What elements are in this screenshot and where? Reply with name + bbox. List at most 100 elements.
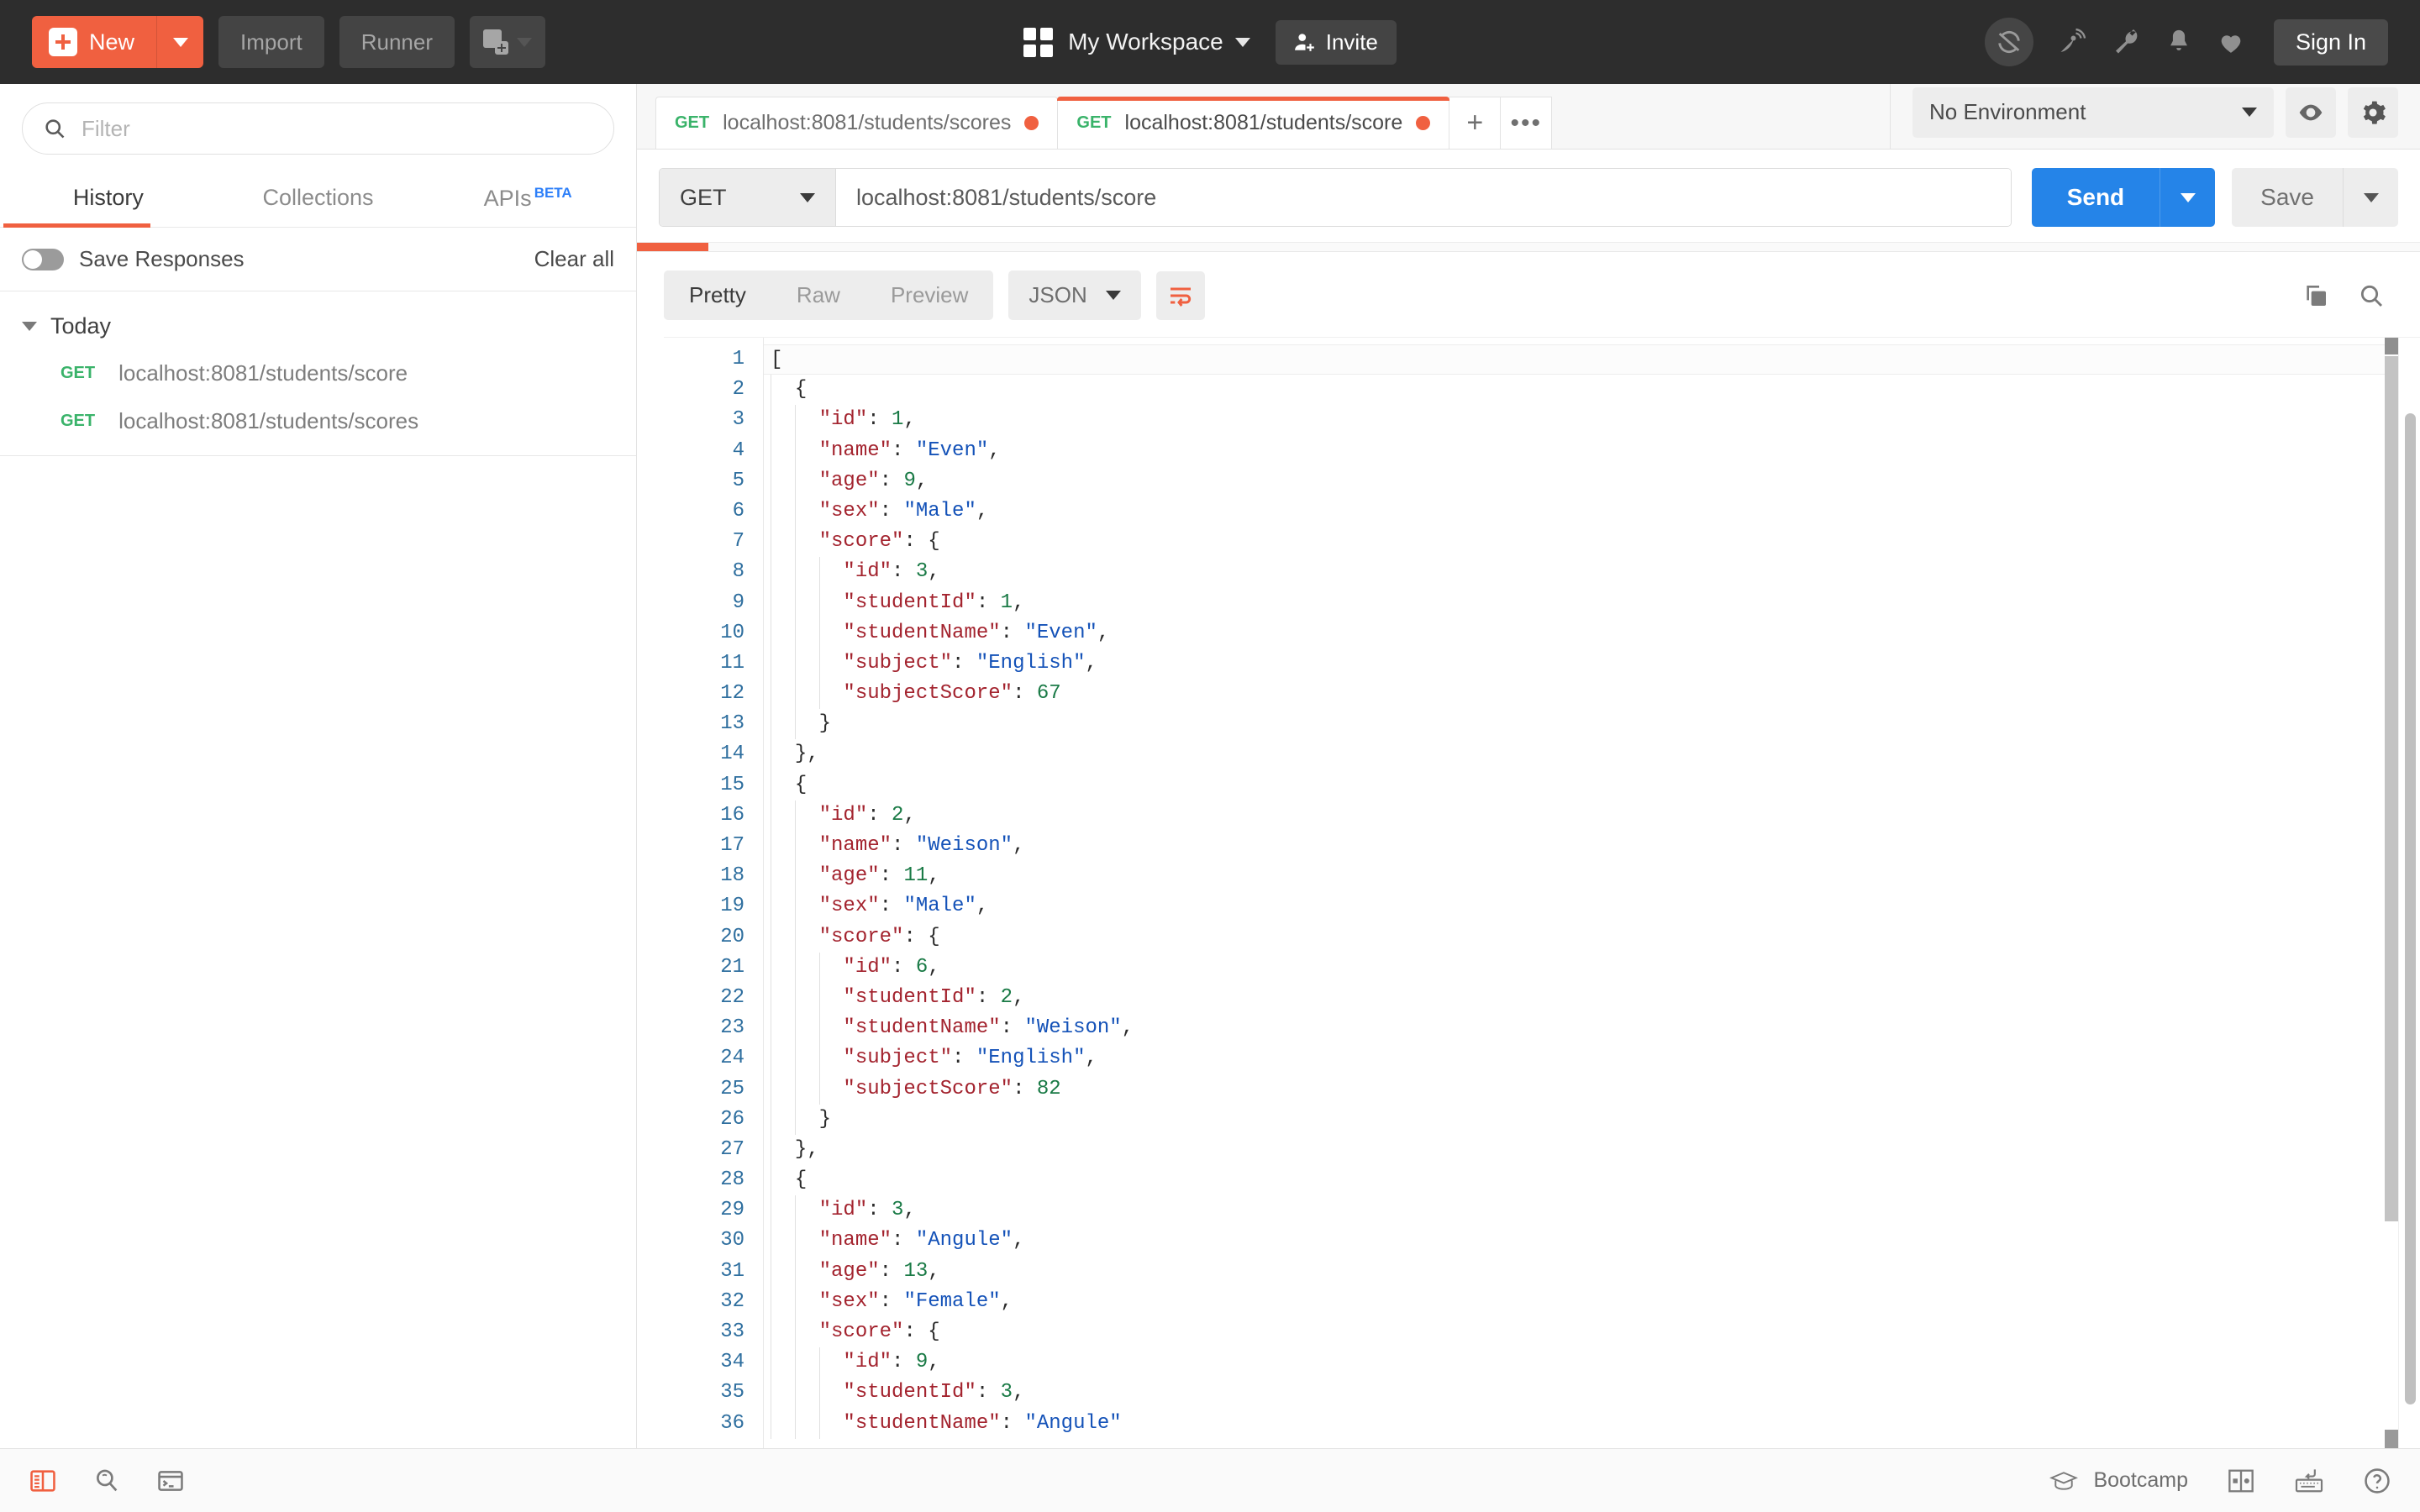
- indent-guide: [795, 1347, 796, 1378]
- indent-guide: [795, 436, 796, 466]
- code-token: :: [1013, 1078, 1037, 1100]
- keyboard-shortcuts-icon[interactable]: [2294, 1468, 2324, 1494]
- history-list: GET localhost:8081/students/score GET lo…: [0, 349, 636, 456]
- line-number: 3: [664, 405, 744, 435]
- tab-pretty[interactable]: Pretty: [664, 270, 771, 320]
- code-token: ,: [976, 500, 988, 522]
- list-item[interactable]: GET localhost:8081/students/scores: [0, 397, 636, 445]
- word-wrap-button[interactable]: [1156, 271, 1205, 320]
- page-vertical-scrollbar[interactable]: [2398, 338, 2420, 1448]
- sidebar-tab-apis[interactable]: APIsBETA: [423, 168, 633, 227]
- sidebar-tab-history[interactable]: History: [3, 168, 213, 227]
- wrench-icon[interactable]: [2111, 27, 2141, 57]
- bell-icon[interactable]: [2165, 28, 2193, 56]
- environment-selected-label: No Environment: [1929, 99, 2086, 125]
- line-number: 10: [664, 618, 744, 648]
- new-button[interactable]: New: [32, 16, 203, 68]
- code-line: [: [764, 344, 2398, 375]
- new-window-button[interactable]: [470, 16, 545, 68]
- code-token: "subjectScore": [843, 682, 1013, 705]
- line-number: 25: [664, 1074, 744, 1105]
- send-options-button[interactable]: [2160, 168, 2215, 227]
- code-line: "subjectScore": 82: [764, 1074, 2398, 1105]
- code-token: :: [892, 439, 916, 462]
- send-button[interactable]: Send: [2032, 168, 2160, 227]
- code-line: "subject": "English",: [764, 1043, 2398, 1074]
- request-tab-scores[interactable]: GET localhost:8081/students/scores: [655, 97, 1058, 149]
- code-token: ,: [1001, 1290, 1013, 1313]
- code-token: ,: [903, 804, 915, 827]
- bootcamp-button[interactable]: Bootcamp: [2049, 1468, 2188, 1493]
- response-search-button[interactable]: [2358, 282, 2385, 309]
- runner-button[interactable]: Runner: [339, 16, 455, 68]
- code-token: "studentName": [843, 1412, 1000, 1435]
- clear-all-button[interactable]: Clear all: [534, 246, 614, 272]
- chevron-down-icon[interactable]: [1235, 38, 1250, 47]
- code-token: 3: [916, 560, 928, 583]
- save-responses-row: Save Responses Clear all: [0, 228, 636, 291]
- code-token: "score": [819, 1320, 904, 1343]
- code-token: {: [795, 1168, 807, 1191]
- indent-guide: [795, 1105, 796, 1135]
- status-bar: Bootcamp: [0, 1448, 2420, 1512]
- code-token: },: [795, 743, 819, 765]
- code-token: 11: [903, 864, 928, 887]
- satellite-icon[interactable]: [2057, 27, 2087, 57]
- workspace-name[interactable]: My Workspace: [1068, 29, 1223, 55]
- environment-select[interactable]: No Environment: [1912, 87, 2274, 138]
- tab-raw[interactable]: Raw: [771, 270, 865, 320]
- code-lines: [ { "id": 1, "name": "Even", "age": 9, "…: [764, 344, 2398, 1439]
- save-button[interactable]: Save: [2232, 168, 2343, 227]
- copy-button[interactable]: [2302, 282, 2329, 309]
- filter-box[interactable]: [22, 102, 614, 155]
- new-button-main[interactable]: New: [32, 16, 156, 68]
- new-button-dropdown[interactable]: [156, 16, 203, 68]
- manage-environments-button[interactable]: [2348, 87, 2398, 138]
- search-input[interactable]: [82, 116, 593, 142]
- code-line: }: [764, 709, 2398, 739]
- response-format-select[interactable]: JSON: [1008, 270, 1140, 320]
- chevron-down-icon: [173, 38, 188, 47]
- indent-guide: [795, 831, 796, 861]
- indent-guide: [819, 618, 820, 648]
- sign-in-button[interactable]: Sign In: [2274, 19, 2388, 66]
- console-icon[interactable]: [156, 1467, 185, 1495]
- help-icon[interactable]: [2363, 1467, 2391, 1495]
- list-item[interactable]: GET localhost:8081/students/score: [0, 349, 636, 397]
- line-number: 7: [664, 527, 744, 557]
- sync-off-icon[interactable]: [1985, 18, 2033, 66]
- code-token: :: [892, 956, 916, 979]
- sidebar-tab-collections[interactable]: Collections: [213, 168, 424, 227]
- line-number: 12: [664, 679, 744, 709]
- response-actions: [2302, 282, 2398, 309]
- heart-icon[interactable]: [2217, 28, 2245, 56]
- progress-fill: [637, 243, 708, 251]
- save-responses-toggle[interactable]: [22, 249, 64, 270]
- code-scroll-region[interactable]: [ { "id": 1, "name": "Even", "age": 9, "…: [763, 338, 2398, 1448]
- indent-guide: [795, 466, 796, 496]
- two-pane-icon[interactable]: [2227, 1468, 2255, 1494]
- sidebar-toggle-icon[interactable]: [29, 1467, 57, 1495]
- new-request-tab-button[interactable]: +: [1449, 97, 1501, 149]
- code-token: ,: [903, 1199, 915, 1221]
- invite-button[interactable]: Invite: [1276, 20, 1397, 65]
- request-tab-score[interactable]: GET localhost:8081/students/score: [1057, 97, 1449, 149]
- save-options-button[interactable]: [2343, 168, 2398, 227]
- person-add-icon: [1294, 31, 1316, 53]
- code-vertical-scrollbar[interactable]: [2385, 338, 2398, 1448]
- code-token: ,: [928, 560, 939, 583]
- import-button[interactable]: Import: [218, 16, 324, 68]
- history-group-today[interactable]: Today: [0, 291, 636, 349]
- environment-quick-look-button[interactable]: [2286, 87, 2336, 138]
- code-token: :: [892, 1229, 916, 1252]
- code-token: 1: [892, 408, 903, 431]
- tab-preview[interactable]: Preview: [865, 270, 993, 320]
- http-method-select[interactable]: GET: [660, 169, 836, 226]
- request-method-badge: GET: [1076, 113, 1111, 133]
- request-url-input[interactable]: [836, 169, 2011, 226]
- find-icon[interactable]: [92, 1467, 121, 1495]
- code-line: "id": 3,: [764, 557, 2398, 587]
- tab-options-button[interactable]: •••: [1500, 97, 1552, 149]
- indent-guide: [819, 1378, 820, 1408]
- request-tab-label: localhost:8081/students/scores: [723, 111, 1011, 135]
